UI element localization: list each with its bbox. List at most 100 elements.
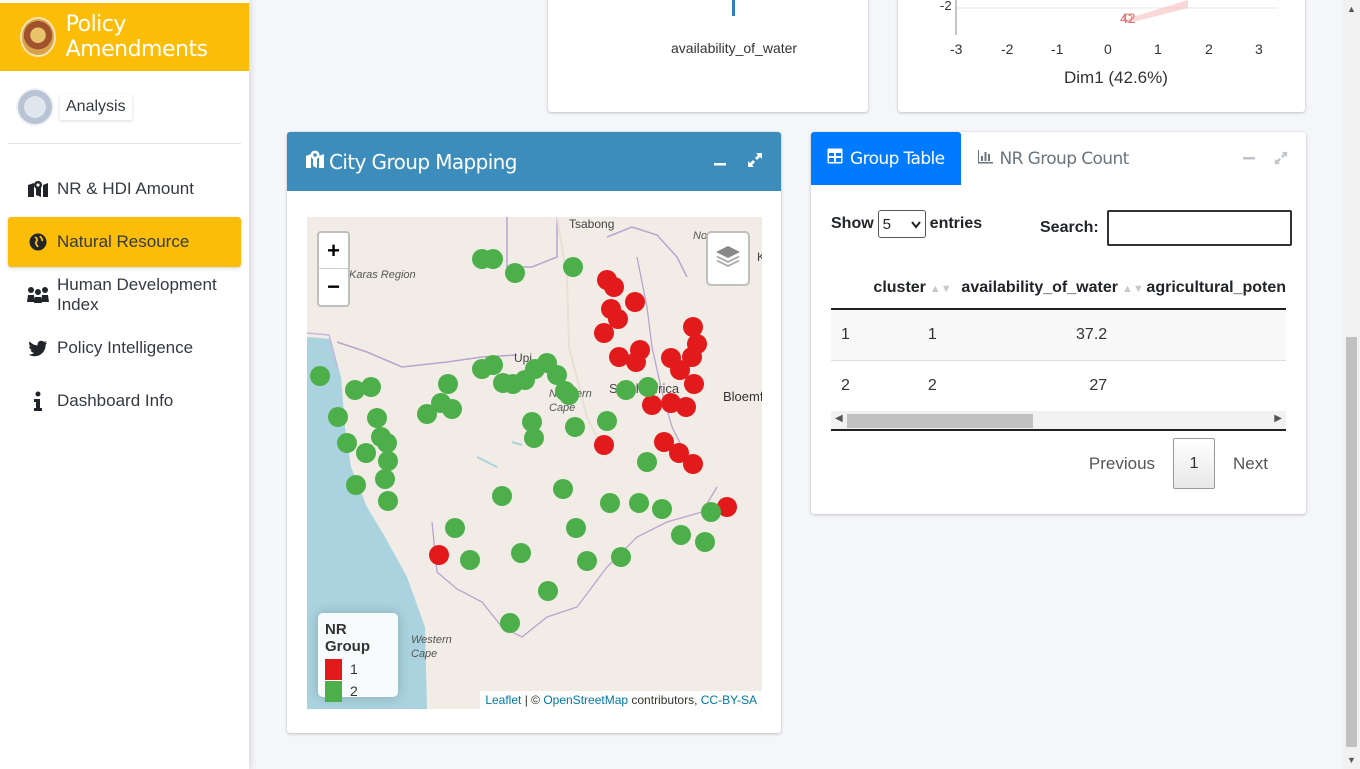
search-input[interactable] xyxy=(1106,210,1292,246)
city-marker-group-2[interactable] xyxy=(356,443,376,463)
city-marker-group-2[interactable] xyxy=(611,547,631,567)
city-marker-group-2[interactable] xyxy=(361,377,381,397)
scrollbar-thumb[interactable] xyxy=(847,414,1033,428)
sidebar-item-human-development-index[interactable]: Human Development Index xyxy=(8,270,241,320)
city-marker-group-2[interactable] xyxy=(442,399,462,419)
city-marker-group-2[interactable] xyxy=(695,532,715,552)
user-panel[interactable]: Analysis xyxy=(16,88,132,126)
column-header-agricultural-potential[interactable]: agricultural_poten xyxy=(1142,279,1286,297)
city-marker-group-2[interactable] xyxy=(346,475,366,495)
group-table-card: Group Table NR Group Count Show 5 entrie… xyxy=(811,132,1306,514)
city-marker-group-1[interactable] xyxy=(683,454,703,474)
osm-link[interactable]: OpenStreetMap xyxy=(543,693,628,707)
city-marker-group-2[interactable] xyxy=(367,408,387,428)
column-header-cluster[interactable]: cluster ▲▼ xyxy=(873,279,961,297)
city-marker-group-2[interactable] xyxy=(505,263,525,283)
expand-icon[interactable] xyxy=(1274,150,1288,170)
city-marker-group-2[interactable] xyxy=(701,502,721,522)
city-marker-group-1[interactable] xyxy=(594,435,614,455)
previous-page-button[interactable]: Previous xyxy=(1071,438,1173,489)
city-marker-group-2[interactable] xyxy=(538,581,558,601)
city-marker-group-2[interactable] xyxy=(378,451,398,471)
city-marker-group-2[interactable] xyxy=(378,491,398,511)
column-header-label: cluster xyxy=(873,278,926,296)
table-horizontal-scrollbar[interactable]: ◀ ▶ xyxy=(831,411,1286,431)
sidebar-item-policy-intelligence[interactable]: Policy Intelligence xyxy=(8,323,241,373)
city-marker-group-2[interactable] xyxy=(438,374,458,394)
scroll-left-icon[interactable]: ◀ xyxy=(835,413,843,424)
city-marker-group-2[interactable] xyxy=(600,493,620,513)
city-marker-group-2[interactable] xyxy=(638,377,658,397)
city-marker-group-1[interactable] xyxy=(642,395,662,415)
city-marker-group-2[interactable] xyxy=(563,257,583,277)
city-marker-group-1[interactable] xyxy=(676,397,696,417)
card-tabs: Group Table NR Group Count xyxy=(811,132,1145,185)
city-marker-group-1[interactable] xyxy=(594,323,614,343)
expand-icon[interactable] xyxy=(747,152,763,173)
tab-label: NR Group Count xyxy=(999,148,1130,169)
scroll-up-icon[interactable]: ▲ xyxy=(1347,4,1356,14)
city-marker-group-1[interactable] xyxy=(626,352,646,372)
card-title: City Group Mapping xyxy=(329,149,517,174)
city-marker-group-2[interactable] xyxy=(597,411,617,431)
next-page-button[interactable]: Next xyxy=(1215,438,1286,489)
city-marker-group-2[interactable] xyxy=(553,479,573,499)
city-marker-group-2[interactable] xyxy=(460,550,480,570)
city-marker-group-1[interactable] xyxy=(429,545,449,565)
leaflet-map[interactable]: Tsabong Karas Region Upi Northern Cape S… xyxy=(307,217,762,709)
leaflet-link[interactable]: Leaflet xyxy=(485,693,521,707)
city-marker-group-2[interactable] xyxy=(328,407,348,427)
city-marker-group-2[interactable] xyxy=(577,551,597,571)
page-vertical-scrollbar[interactable]: ▲ ▼ xyxy=(1343,0,1360,769)
city-marker-group-2[interactable] xyxy=(566,518,586,538)
scrollbar-thumb[interactable] xyxy=(1346,337,1357,747)
sidebar-item-nr-hdi-amount[interactable]: NR & HDI Amount xyxy=(8,164,241,214)
city-marker-group-2[interactable] xyxy=(637,452,657,472)
entries-select[interactable]: 5 xyxy=(877,210,926,238)
zoom-in-button[interactable]: + xyxy=(319,233,348,269)
brand-link[interactable]: Policy Amendments xyxy=(0,3,249,71)
tab-nr-group-count[interactable]: NR Group Count xyxy=(961,132,1145,185)
city-marker-group-1[interactable] xyxy=(604,277,624,297)
sidebar-item-natural-resource[interactable]: Natural Resource xyxy=(8,217,241,267)
city-marker-group-1[interactable] xyxy=(684,374,704,394)
city-marker-group-2[interactable] xyxy=(377,433,397,453)
city-marker-group-2[interactable] xyxy=(483,355,503,375)
user-name: Analysis xyxy=(60,94,132,120)
tab-group-table[interactable]: Group Table xyxy=(811,132,961,185)
legend-title: NR Group xyxy=(325,621,370,655)
city-marker-group-2[interactable] xyxy=(337,433,357,453)
city-marker-group-2[interactable] xyxy=(483,249,503,269)
minimize-icon[interactable] xyxy=(1242,150,1256,170)
city-marker-group-2[interactable] xyxy=(616,380,636,400)
column-header-availability-of-water[interactable]: availability_of_water ▲▼ xyxy=(961,279,1143,297)
layers-control-button[interactable] xyxy=(706,231,750,286)
city-marker-group-2[interactable] xyxy=(559,385,579,405)
city-marker-group-1[interactable] xyxy=(683,317,703,337)
city-marker-group-2[interactable] xyxy=(500,613,520,633)
city-marker-group-1[interactable] xyxy=(609,347,629,367)
city-marker-group-2[interactable] xyxy=(445,518,465,538)
table-cell: 2 xyxy=(927,377,937,394)
city-marker-group-2[interactable] xyxy=(310,366,330,386)
sidebar-item-dashboard-info[interactable]: Dashboard Info xyxy=(8,376,241,426)
city-marker-group-2[interactable] xyxy=(671,525,691,545)
zoom-out-button[interactable]: − xyxy=(319,269,348,305)
minimize-icon[interactable] xyxy=(713,152,727,173)
city-marker-group-2[interactable] xyxy=(375,469,395,489)
sidebar: Policy Amendments Analysis NR & HDI Amou… xyxy=(0,0,249,769)
table-row[interactable]: 2 2 27 xyxy=(831,361,1286,412)
city-marker-group-2[interactable] xyxy=(524,428,544,448)
sidebar-item-label: Natural Resource xyxy=(57,232,190,251)
city-marker-group-1[interactable] xyxy=(625,292,645,312)
scroll-right-icon[interactable]: ▶ xyxy=(1274,413,1282,424)
license-link[interactable]: CC-BY-SA xyxy=(701,693,757,707)
page-button-current[interactable]: 1 xyxy=(1173,438,1216,489)
city-marker-group-2[interactable] xyxy=(652,499,672,519)
city-marker-group-2[interactable] xyxy=(629,493,649,513)
city-marker-group-2[interactable] xyxy=(511,543,531,563)
table-row[interactable]: 1 1 37.2 xyxy=(831,310,1286,361)
city-marker-group-2[interactable] xyxy=(565,417,585,437)
city-marker-group-2[interactable] xyxy=(492,486,512,506)
scroll-down-icon[interactable]: ▼ xyxy=(1347,755,1356,765)
